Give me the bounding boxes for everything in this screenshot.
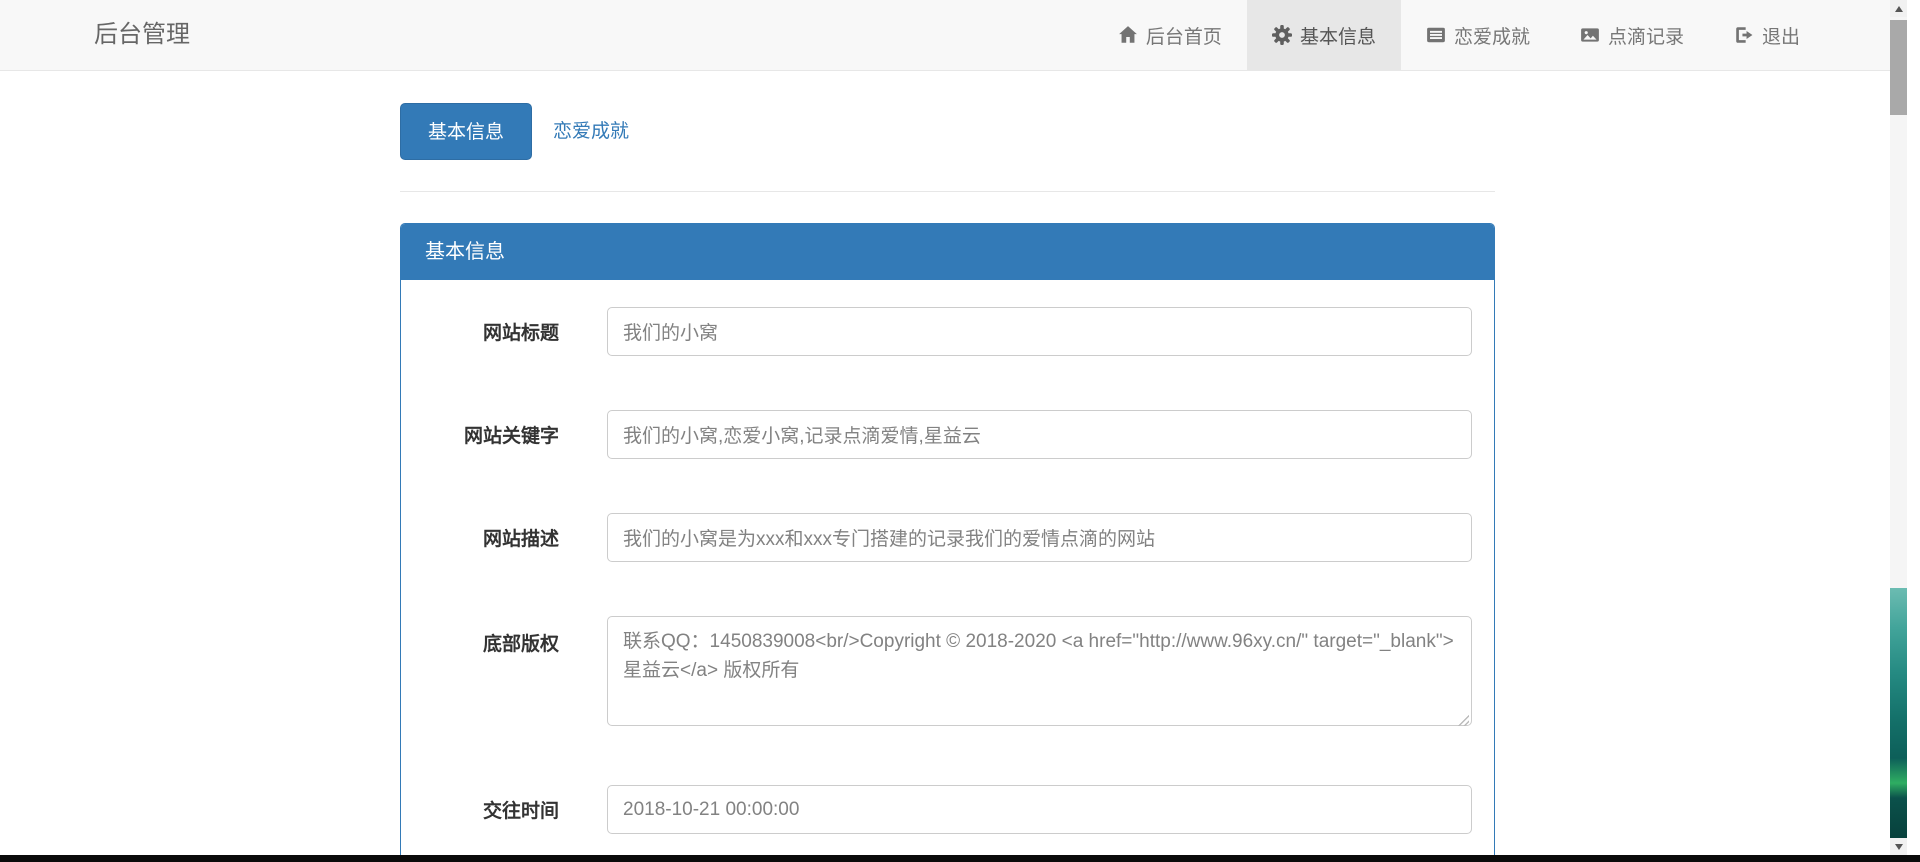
- panel-title: 基本信息: [401, 224, 1494, 280]
- relationship-date-label: 交往时间: [401, 796, 559, 823]
- logout-icon: [1734, 25, 1754, 45]
- basic-info-panel: 基本信息 网站标题 网站关键字 网站描述 底部版权 联系QQ：145083900…: [400, 223, 1495, 862]
- nav-item-label: 点滴记录: [1608, 22, 1684, 49]
- scrollbar-secondary-thumb[interactable]: [1890, 588, 1907, 838]
- site-description-input[interactable]: [607, 513, 1472, 562]
- gear-icon: [1272, 25, 1292, 45]
- nav-item-home[interactable]: 后台首页: [1093, 0, 1247, 70]
- top-navbar: 后台管理 后台首页: [0, 0, 1920, 71]
- nav-item-records[interactable]: 点滴记录: [1555, 0, 1709, 70]
- list-icon: [1426, 25, 1446, 45]
- picture-icon: [1580, 25, 1600, 45]
- main-nav: 后台首页 基本信息: [1093, 0, 1825, 70]
- site-description-label: 网站描述: [401, 524, 559, 551]
- tabs-divider: [400, 191, 1495, 192]
- form-row-site-description: 网站描述: [401, 513, 1494, 562]
- scroll-down-arrow-icon: [1895, 844, 1903, 850]
- panel-body: 网站标题 网站关键字 网站描述 底部版权 联系QQ：1450839008<br/…: [401, 280, 1494, 834]
- vertical-scrollbar[interactable]: [1890, 0, 1907, 855]
- tab-basic-info[interactable]: 基本信息: [400, 103, 532, 160]
- nav-item-label: 恋爱成就: [1454, 22, 1530, 49]
- bottom-edge-bar: [0, 855, 1920, 862]
- nav-item-label: 后台首页: [1146, 22, 1222, 49]
- scrollbar-thumb[interactable]: [1890, 20, 1907, 115]
- nav-item-logout[interactable]: 退出: [1709, 0, 1825, 70]
- relationship-date-input[interactable]: [607, 785, 1472, 834]
- footer-copyright-textarea[interactable]: 联系QQ：1450839008<br/>Copyright © 2018-202…: [607, 616, 1472, 726]
- scroll-down-button[interactable]: [1890, 838, 1907, 855]
- footer-copyright-label: 底部版权: [401, 629, 559, 656]
- app-title[interactable]: 后台管理: [94, 0, 190, 70]
- scroll-up-button[interactable]: [1890, 0, 1907, 17]
- site-keywords-input[interactable]: [607, 410, 1472, 459]
- nav-item-label: 基本信息: [1300, 22, 1376, 49]
- site-title-input[interactable]: [607, 307, 1472, 356]
- tab-love-achievements[interactable]: 恋爱成就: [553, 103, 629, 160]
- form-row-site-title: 网站标题: [401, 307, 1494, 356]
- form-row-site-keywords: 网站关键字: [401, 410, 1494, 459]
- nav-item-basic-info[interactable]: 基本信息: [1247, 0, 1401, 70]
- site-title-label: 网站标题: [401, 318, 559, 345]
- right-gutter: [1907, 0, 1920, 855]
- nav-item-label: 退出: [1762, 22, 1800, 49]
- nav-item-love-achievements[interactable]: 恋爱成就: [1401, 0, 1555, 70]
- form-row-relationship-date: 交往时间: [401, 785, 1494, 834]
- home-icon: [1118, 25, 1138, 45]
- scroll-up-arrow-icon: [1895, 6, 1903, 12]
- form-row-footer-copyright: 底部版权 联系QQ：1450839008<br/>Copyright © 201…: [401, 616, 1494, 731]
- site-keywords-label: 网站关键字: [401, 421, 559, 448]
